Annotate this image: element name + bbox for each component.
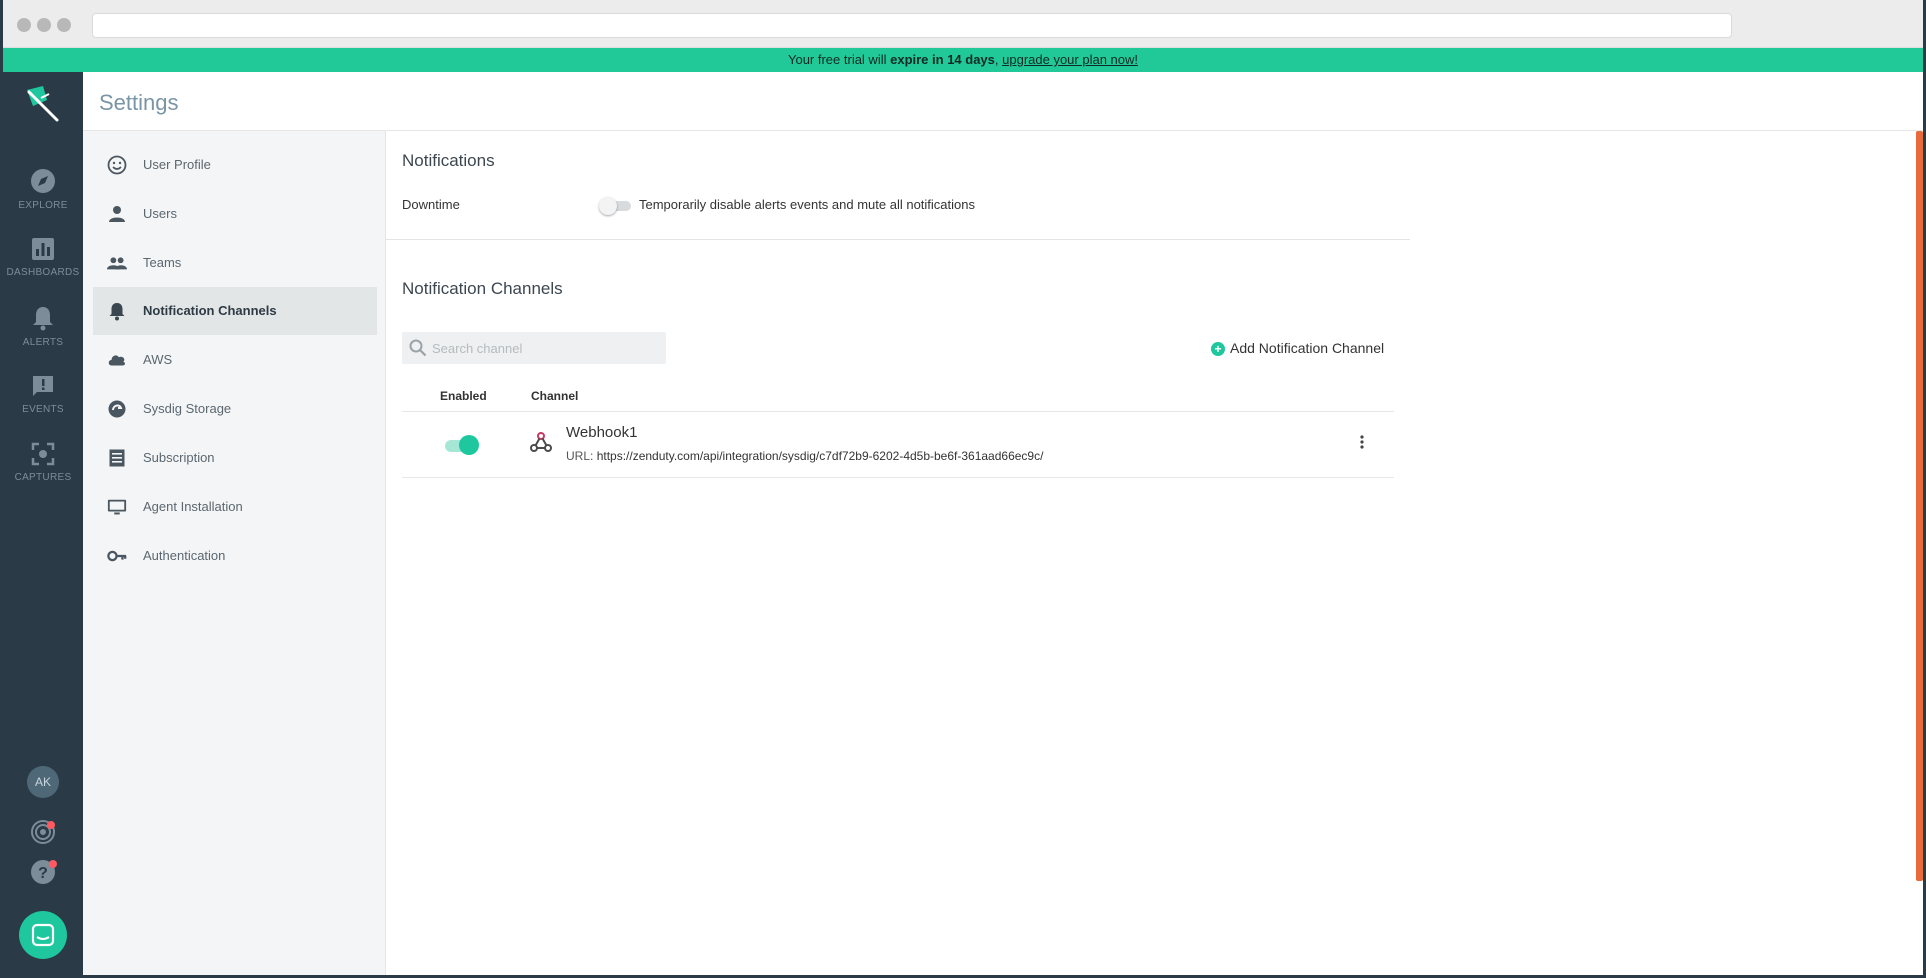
compass-icon bbox=[31, 169, 55, 193]
nav-item-captures[interactable]: CAPTURES bbox=[3, 442, 83, 502]
webhook-icon bbox=[530, 432, 552, 452]
trial-banner-expiry: expire in 14 days bbox=[890, 52, 995, 67]
person-icon bbox=[109, 206, 125, 222]
sidebar-item-label: Users bbox=[143, 206, 177, 221]
column-header-enabled[interactable]: Enabled bbox=[440, 389, 487, 403]
sidebar-item-users[interactable]: Users bbox=[93, 190, 377, 238]
sidebar-item-label: Authentication bbox=[143, 548, 226, 563]
sidebar-item-label: Notification Channels bbox=[143, 303, 277, 318]
address-bar[interactable] bbox=[92, 13, 1732, 38]
sidebar-item-label: User Profile bbox=[143, 157, 211, 172]
nav-item-explore[interactable]: EXPLORE bbox=[3, 168, 83, 228]
trial-banner: Your free trial will expire in 14 days, … bbox=[3, 48, 1923, 72]
upgrade-plan-link[interactable]: upgrade your plan now! bbox=[1002, 52, 1138, 67]
toggle-knob bbox=[459, 435, 479, 455]
sidebar-item-label: AWS bbox=[143, 352, 173, 367]
smiley-icon bbox=[107, 155, 127, 175]
page-header: Settings bbox=[83, 72, 1923, 131]
trial-banner-prefix: Your free trial will bbox=[787, 52, 891, 67]
nav-item-label: DASHBOARDS bbox=[6, 267, 80, 278]
channel-search bbox=[402, 332, 666, 364]
receipt-icon bbox=[109, 449, 125, 467]
people-icon bbox=[107, 257, 127, 270]
bell-icon bbox=[109, 303, 125, 321]
svg-text:?: ? bbox=[38, 865, 48, 882]
capture-icon bbox=[31, 442, 55, 466]
sidebar-item-sysdig-storage[interactable]: Sysdig Storage bbox=[93, 385, 377, 433]
avatar[interactable]: AK bbox=[27, 766, 59, 798]
sidebar-item-label: Agent Installation bbox=[143, 499, 243, 514]
chat-icon bbox=[31, 923, 55, 947]
close-window-button[interactable] bbox=[17, 18, 31, 32]
notification-channels-title: Notification Channels bbox=[402, 279, 563, 298]
search-input[interactable] bbox=[432, 332, 662, 364]
nav-item-label: ALERTS bbox=[22, 337, 64, 348]
sidebar-item-teams[interactable]: Teams bbox=[93, 239, 377, 287]
storage-icon bbox=[108, 400, 126, 418]
downtime-toggle[interactable] bbox=[599, 197, 631, 215]
sidebar-item-subscription[interactable]: Subscription bbox=[93, 434, 377, 482]
settings-sidebar: User Profile Users Teams Notification Ch… bbox=[83, 131, 386, 975]
toggle-knob bbox=[599, 197, 617, 215]
notification-dot bbox=[49, 860, 57, 868]
downtime-label: Downtime bbox=[402, 197, 460, 212]
downtime-description: Temporarily disable alerts events and mu… bbox=[639, 197, 976, 212]
add-icon: + bbox=[1211, 342, 1225, 356]
channel-url-label: URL: bbox=[566, 449, 597, 463]
notification-dot bbox=[47, 821, 55, 829]
table-row-divider bbox=[402, 477, 1394, 478]
dashboard-icon bbox=[32, 238, 54, 260]
nav-item-label: CAPTURES bbox=[14, 472, 72, 483]
browser-toolbar bbox=[3, 0, 1923, 48]
nav-item-label: EXPLORE bbox=[18, 200, 68, 211]
main-nav: EXPLORE DASHBOARDS ALERTS EVENTS CAPTURE… bbox=[3, 72, 83, 975]
nav-item-alerts[interactable]: ALERTS bbox=[3, 305, 83, 365]
channel-name[interactable]: Webhook1 bbox=[566, 424, 637, 441]
sidebar-item-label: Sysdig Storage bbox=[143, 401, 232, 416]
channel-enabled-toggle[interactable] bbox=[445, 435, 479, 457]
main-content: Notifications Downtime Temporarily disab… bbox=[386, 131, 1923, 975]
nav-item-label: EVENTS bbox=[22, 404, 64, 415]
search-icon bbox=[409, 339, 427, 357]
sidebar-item-user-profile[interactable]: User Profile bbox=[93, 141, 377, 189]
chat-button[interactable] bbox=[19, 911, 67, 959]
maximize-window-button[interactable] bbox=[57, 18, 71, 32]
column-header-channel[interactable]: Channel bbox=[531, 389, 578, 403]
events-icon bbox=[33, 376, 53, 396]
sidebar-item-notification-channels[interactable]: Notification Channels bbox=[93, 287, 377, 335]
sidebar-item-label: Teams bbox=[143, 255, 182, 270]
sidebar-item-authentication[interactable]: Authentication bbox=[93, 532, 377, 580]
section-divider bbox=[386, 239, 1410, 240]
browser-frame: Your free trial will expire in 14 days, … bbox=[3, 0, 1923, 975]
sidebar-item-agent-installation[interactable]: Agent Installation bbox=[93, 483, 377, 531]
nav-item-events[interactable]: EVENTS bbox=[3, 374, 83, 434]
page-title: Settings bbox=[99, 90, 179, 115]
bell-icon bbox=[33, 307, 53, 331]
cloud-icon bbox=[108, 355, 126, 366]
more-options-icon[interactable] bbox=[1352, 432, 1372, 452]
table-header-divider bbox=[402, 411, 1394, 412]
sidebar-item-label: Subscription bbox=[143, 450, 215, 465]
app-window: Your free trial will expire in 14 days, … bbox=[0, 0, 1926, 978]
nav-item-dashboards[interactable]: DASHBOARDS bbox=[3, 237, 83, 297]
scrollbar[interactable] bbox=[1916, 131, 1923, 881]
channel-url-value: https://zenduty.com/api/integration/sysd… bbox=[596, 449, 1044, 463]
monitor-icon bbox=[107, 499, 127, 515]
add-notification-channel-label: Add Notification Channel bbox=[1230, 340, 1385, 356]
sidebar-item-aws[interactable]: AWS bbox=[93, 336, 377, 384]
minimize-window-button[interactable] bbox=[37, 18, 51, 32]
channel-url: URL: https://zenduty.com/api/integration… bbox=[566, 449, 1043, 463]
key-icon bbox=[107, 550, 127, 562]
sysdig-logo[interactable] bbox=[21, 82, 65, 126]
notifications-title: Notifications bbox=[402, 151, 495, 170]
